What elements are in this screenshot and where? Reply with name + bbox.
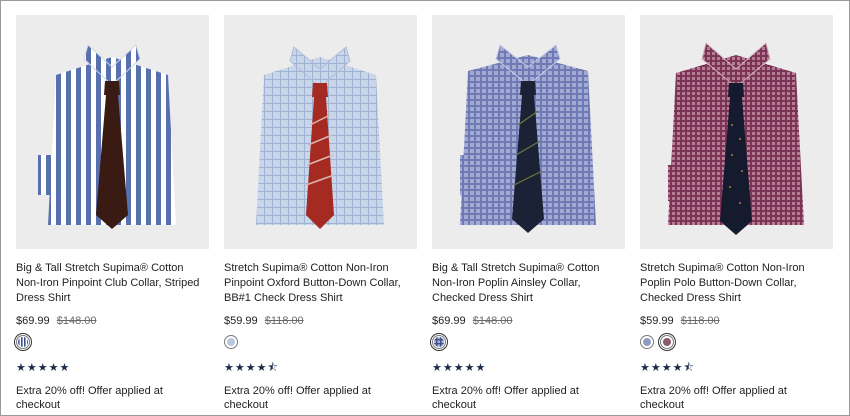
swatch-fill [663,338,671,346]
product-image[interactable] [224,15,417,249]
offer-text: Extra 20% off! Offer applied at checkout [16,385,163,411]
product-card[interactable]: Stretch Supima® Cotton Non-Iron Pinpoint… [224,15,417,412]
sale-price: $69.99 [16,315,50,327]
stripe-swatch-icon [18,337,28,347]
swatch-fill [643,338,651,346]
sale-price: $69.99 [432,315,466,327]
color-swatches [640,335,833,351]
rating-stars: ★★★★★ [432,362,487,374]
product-image[interactable] [16,15,209,249]
rating-stars: ★★★★⯪ [640,362,695,374]
price-row: $59.99 $118.00 [224,314,417,328]
shirt-image-3 [640,15,833,249]
shirt-image-2 [432,15,625,249]
product-title[interactable]: Stretch Supima® Cotton Non-Iron Pinpoint… [224,261,417,306]
offer-text: Extra 20% off! Offer applied at checkout [432,385,579,411]
product-title[interactable]: Stretch Supima® Cotton Non-Iron Poplin P… [640,261,833,306]
product-card[interactable]: Big & Tall Stretch Supima® Cotton Non-Ir… [16,15,209,412]
original-price: $118.00 [264,315,304,327]
color-swatch-check[interactable] [432,335,446,349]
color-swatch-stripe[interactable] [16,335,30,349]
color-swatches [432,335,625,351]
product-card[interactable]: Big & Tall Stretch Supima® Cotton Non-Ir… [432,15,625,412]
shirt-image-0 [16,15,209,249]
product-title[interactable]: Big & Tall Stretch Supima® Cotton Non-Ir… [432,261,625,306]
product-grid-frame: Big & Tall Stretch Supima® Cotton Non-Ir… [0,0,850,416]
check-swatch-icon [434,337,444,347]
product-grid: Big & Tall Stretch Supima® Cotton Non-Ir… [16,15,833,412]
product-title[interactable]: Big & Tall Stretch Supima® Cotton Non-Ir… [16,261,209,306]
shirt-image-1 [224,15,417,249]
rating-stars: ★★★★★ [16,362,71,374]
offer-text: Extra 20% off! Offer applied at checkout [640,385,787,411]
swatch-fill [227,338,235,346]
price-row: $69.99 $148.00 [16,314,209,328]
price-row: $59.99 $118.00 [640,314,833,328]
offer-text: Extra 20% off! Offer applied at checkout [224,385,371,411]
color-swatch-blue[interactable] [640,335,654,349]
sale-price: $59.99 [224,315,258,327]
original-price: $118.00 [680,315,720,327]
rating-stars: ★★★★⯪ [224,362,279,374]
color-swatches [16,335,209,351]
product-image[interactable] [640,15,833,249]
price-row: $69.99 $148.00 [432,314,625,328]
original-price: $148.00 [472,315,513,327]
color-swatch-purple[interactable] [660,335,674,349]
color-swatches [224,335,417,351]
original-price: $148.00 [56,315,97,327]
product-card[interactable]: Stretch Supima® Cotton Non-Iron Poplin P… [640,15,833,412]
sale-price: $59.99 [640,315,674,327]
product-image[interactable] [432,15,625,249]
color-swatch-light-blue[interactable] [224,335,238,349]
